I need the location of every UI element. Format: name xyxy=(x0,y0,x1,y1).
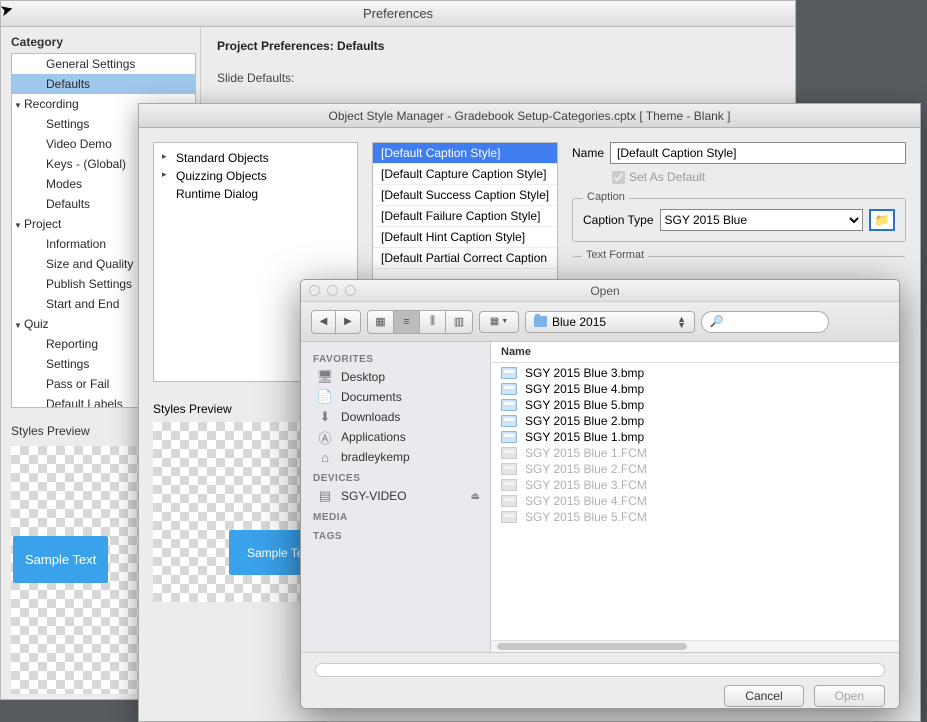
icon-view-button[interactable]: ▦ xyxy=(368,311,394,333)
devices-header: DEVICES xyxy=(301,467,490,486)
search-input[interactable]: 🔍 xyxy=(701,311,829,333)
open-button[interactable]: Open xyxy=(814,685,885,707)
desktop-icon: 🖥 xyxy=(317,370,333,384)
style-default-caption[interactable]: [Default Caption Style] xyxy=(373,143,557,164)
slide-defaults-label: Slide Defaults: xyxy=(217,71,779,85)
tags-header: TAGS xyxy=(301,525,490,544)
applications-icon: Ⓐ xyxy=(317,430,333,444)
column-view-button[interactable]: ⫼ xyxy=(420,311,446,333)
forward-button[interactable]: ▶ xyxy=(336,311,360,333)
name-label: Name xyxy=(572,146,604,160)
open-sidebar: FAVORITES 🖥Desktop 📄Documents ⬇Downloads… xyxy=(301,342,491,652)
coverflow-view-button[interactable]: ▥ xyxy=(446,311,472,333)
file-row: SGY 2015 Blue 4.FCM xyxy=(491,493,899,509)
drive-icon: ▤ xyxy=(317,489,333,503)
tree-defaults[interactable]: Defaults xyxy=(12,74,195,94)
fcm-icon xyxy=(501,511,517,523)
file-row[interactable]: SGY 2015 Blue 5.bmp xyxy=(491,397,899,413)
file-list: Name SGY 2015 Blue 3.bmp SGY 2015 Blue 4… xyxy=(491,342,899,652)
path-dropdown[interactable]: Blue 2015 ▲▼ xyxy=(525,311,695,333)
sidebar-applications[interactable]: ⒶApplications xyxy=(301,427,490,447)
downloads-icon: ⬇ xyxy=(317,410,333,424)
styles-preview-left: Sample Text xyxy=(11,446,141,694)
sidebar-home[interactable]: ⌂bradleykemp xyxy=(301,447,490,467)
caption-type-select[interactable]: SGY 2015 Blue xyxy=(660,209,864,231)
open-bottom-bar: Cancel Open xyxy=(301,652,899,709)
file-row: SGY 2015 Blue 3.FCM xyxy=(491,477,899,493)
search-icon: 🔍 xyxy=(710,315,724,328)
documents-icon: 📄 xyxy=(317,390,333,404)
osm-title: Object Style Manager - Gradebook Setup-C… xyxy=(139,104,920,128)
bmp-icon xyxy=(501,383,517,395)
file-row[interactable]: SGY 2015 Blue 4.bmp xyxy=(491,381,899,397)
bmp-icon xyxy=(501,399,517,411)
obj-quizzing[interactable]: Quizzing Objects xyxy=(158,167,353,185)
caption-type-label: Caption Type xyxy=(583,213,654,227)
bmp-icon xyxy=(501,415,517,427)
tree-general[interactable]: General Settings xyxy=(12,54,195,74)
sample-text-badge-left: Sample Text xyxy=(13,536,108,583)
style-failure-caption[interactable]: [Default Failure Caption Style] xyxy=(373,206,557,227)
open-file-dialog: Open ◀ ▶ ▦ ≡ ⫼ ▥ ▦ ▼ Blue 2015 ▲▼ 🔍 FAVO… xyxy=(300,279,900,709)
set-as-default-row: Set As Default xyxy=(612,170,906,184)
set-as-default-checkbox xyxy=(612,171,625,184)
file-row[interactable]: SGY 2015 Blue 2.bmp xyxy=(491,413,899,429)
caption-fieldset: Caption Caption Type SGY 2015 Blue 📁 xyxy=(572,198,906,242)
media-header: MEDIA xyxy=(301,506,490,525)
fcm-icon xyxy=(501,447,517,459)
folder-icon: 📁 xyxy=(875,213,890,227)
style-success-caption[interactable]: [Default Success Caption Style] xyxy=(373,185,557,206)
name-column-header[interactable]: Name xyxy=(491,342,899,363)
path-name: Blue 2015 xyxy=(552,315,606,329)
fcm-icon xyxy=(501,495,517,507)
view-mode-buttons[interactable]: ▦ ≡ ⫼ ▥ xyxy=(367,310,473,334)
set-as-default-label: Set As Default xyxy=(629,170,705,184)
style-name-input[interactable] xyxy=(610,142,906,164)
file-row: SGY 2015 Blue 1.FCM xyxy=(491,445,899,461)
file-row[interactable]: SGY 2015 Blue 1.bmp xyxy=(491,429,899,445)
category-label: Category xyxy=(11,35,200,49)
back-button[interactable]: ◀ xyxy=(312,311,336,333)
fcm-icon xyxy=(501,463,517,475)
eject-icon[interactable]: ⏏ xyxy=(471,491,480,502)
arrange-button[interactable]: ▦ ▼ xyxy=(479,311,519,333)
sidebar-downloads[interactable]: ⬇Downloads xyxy=(301,407,490,427)
project-prefs-title: Project Preferences: Defaults xyxy=(217,39,779,53)
preferences-title: Preferences xyxy=(1,1,795,27)
cancel-button[interactable]: Cancel xyxy=(724,685,803,707)
bottom-scrollbar[interactable] xyxy=(315,663,885,677)
horizontal-scrollbar[interactable] xyxy=(491,640,899,652)
folder-icon xyxy=(534,316,547,327)
bmp-icon xyxy=(501,431,517,443)
open-dialog-title: Open xyxy=(319,284,891,298)
sidebar-desktop[interactable]: 🖥Desktop xyxy=(301,367,490,387)
favorites-header: FAVORITES xyxy=(301,348,490,367)
nav-buttons[interactable]: ◀ ▶ xyxy=(311,310,361,334)
sidebar-documents[interactable]: 📄Documents xyxy=(301,387,490,407)
browse-caption-button[interactable]: 📁 xyxy=(869,209,895,231)
file-row[interactable]: SGY 2015 Blue 3.bmp xyxy=(491,365,899,381)
obj-standard[interactable]: Standard Objects xyxy=(158,149,353,167)
home-icon: ⌂ xyxy=(317,450,333,464)
style-capture-caption[interactable]: [Default Capture Caption Style] xyxy=(373,164,557,185)
text-format-legend: Text Format xyxy=(582,249,648,261)
caption-legend: Caption xyxy=(583,191,629,203)
style-partial-caption[interactable]: [Default Partial Correct Caption xyxy=(373,248,557,269)
style-hint-caption[interactable]: [Default Hint Caption Style] xyxy=(373,227,557,248)
fcm-icon xyxy=(501,479,517,491)
open-titlebar: Open xyxy=(301,280,899,302)
updown-icon: ▲▼ xyxy=(677,316,686,328)
sidebar-sgy-video[interactable]: ▤SGY-VIDEO⏏ xyxy=(301,486,490,506)
list-view-button[interactable]: ≡ xyxy=(394,311,420,333)
open-toolbar: ◀ ▶ ▦ ≡ ⫼ ▥ ▦ ▼ Blue 2015 ▲▼ 🔍 xyxy=(301,302,899,342)
bmp-icon xyxy=(501,367,517,379)
obj-runtime[interactable]: Runtime Dialog xyxy=(158,185,353,203)
file-row: SGY 2015 Blue 5.FCM xyxy=(491,509,899,525)
file-row: SGY 2015 Blue 2.FCM xyxy=(491,461,899,477)
